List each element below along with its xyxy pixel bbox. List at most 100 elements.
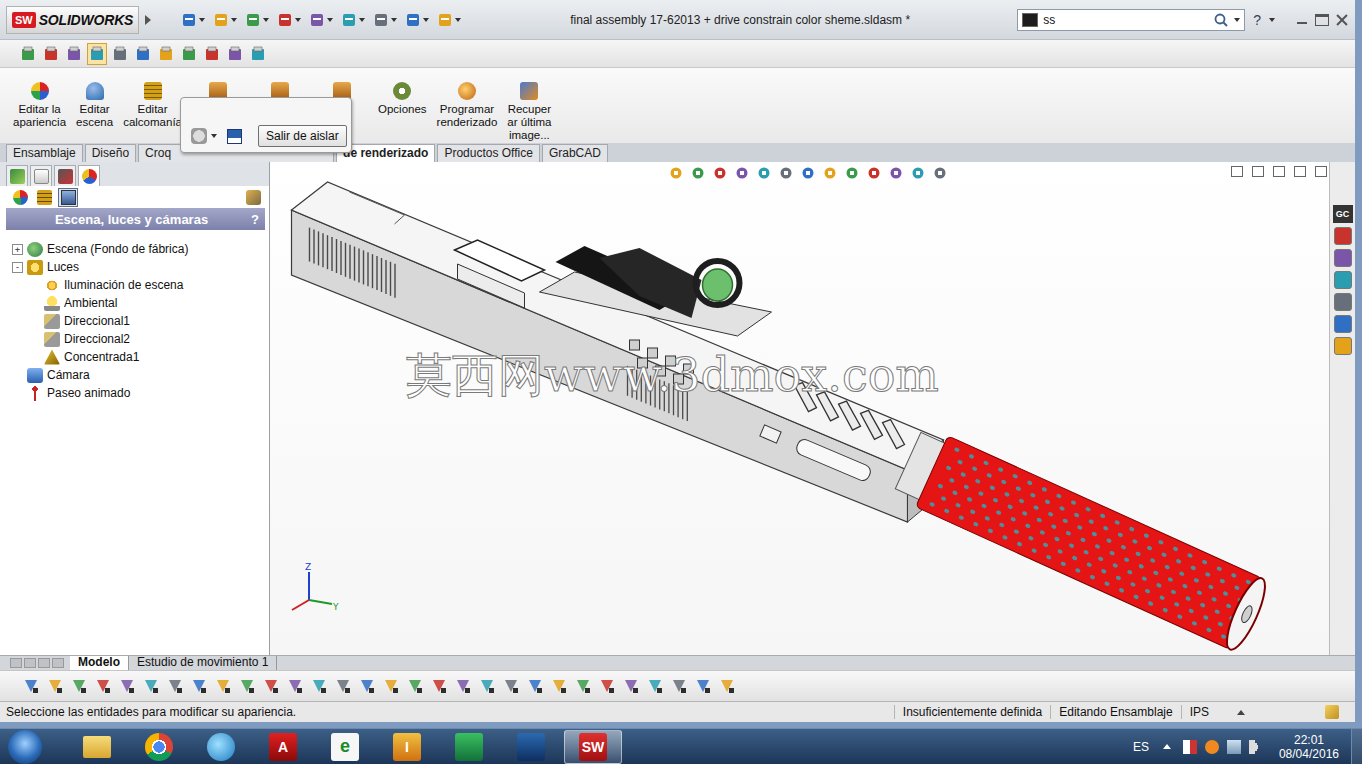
- quick-access-button[interactable]: [403, 10, 431, 30]
- view-tool-icon[interactable]: [734, 165, 750, 181]
- filter-tool-icon[interactable]: [310, 677, 328, 695]
- filter-tool-icon[interactable]: [646, 677, 664, 695]
- manager-tab[interactable]: [78, 165, 100, 186]
- dropdown-caret-icon[interactable]: [455, 18, 461, 22]
- view-tool-button[interactable]: [179, 43, 199, 65]
- quick-access-button[interactable]: [435, 10, 463, 30]
- taskbar-app[interactable]: e: [316, 730, 374, 764]
- filter-tool-icon[interactable]: [166, 677, 184, 695]
- quick-access-button[interactable]: [179, 10, 207, 30]
- tab-nav-icon[interactable]: [24, 658, 36, 668]
- view-tool-button[interactable]: [110, 43, 130, 65]
- task-pane-icon[interactable]: [1334, 337, 1352, 355]
- tree-item[interactable]: Iluminación de escena: [44, 276, 269, 294]
- start-button[interactable]: [8, 730, 42, 764]
- filter-tool-icon[interactable]: [46, 677, 64, 695]
- command-tab[interactable]: Diseño: [85, 144, 136, 162]
- ribbon-button[interactable]: Editarcalcomanía: [120, 82, 185, 129]
- hand-icon[interactable]: [191, 128, 207, 144]
- filter-tool-icon[interactable]: [478, 677, 496, 695]
- view-tool-button[interactable]: [133, 43, 153, 65]
- tree-item[interactable]: Cámara: [12, 366, 269, 384]
- view-tool-icon[interactable]: [910, 165, 926, 181]
- filter-tool-icon[interactable]: [598, 677, 616, 695]
- filter-tool-icon[interactable]: [454, 677, 472, 695]
- view-tool-button[interactable]: [225, 43, 245, 65]
- tree-item[interactable]: Direccional2: [44, 330, 269, 348]
- options-icon[interactable]: [246, 190, 261, 205]
- filter-tool-icon[interactable]: [94, 677, 112, 695]
- filter-tool-icon[interactable]: [694, 677, 712, 695]
- filter-tool-icon[interactable]: [22, 677, 40, 695]
- dropdown-caret-icon[interactable]: [423, 18, 429, 22]
- view-tool-button[interactable]: [87, 43, 107, 65]
- filter-tool-icon[interactable]: [502, 677, 520, 695]
- filter-tool-icon[interactable]: [574, 677, 592, 695]
- manager-tab[interactable]: [30, 165, 52, 186]
- filter-tool-icon[interactable]: [622, 677, 640, 695]
- filter-tool-icon[interactable]: [382, 677, 400, 695]
- view-tool-icon[interactable]: [690, 165, 706, 181]
- tree-toggle[interactable]: -: [12, 262, 23, 273]
- tree-toggle[interactable]: +: [12, 244, 23, 255]
- filter-tool-icon[interactable]: [406, 677, 424, 695]
- manager-tab[interactable]: [6, 165, 28, 186]
- tree-item[interactable]: -Luces: [12, 258, 269, 276]
- dropdown-caret-icon[interactable]: [211, 134, 217, 138]
- taskbar-app[interactable]: SW: [564, 730, 622, 764]
- minimize-icon[interactable]: [1295, 14, 1309, 26]
- task-pane-icon[interactable]: [1334, 249, 1352, 267]
- view-tool-icon[interactable]: [712, 165, 728, 181]
- tab-nav-icon[interactable]: [38, 658, 50, 668]
- task-pane-icon[interactable]: [1334, 271, 1352, 289]
- taskbar-app[interactable]: [130, 730, 188, 764]
- tree-item[interactable]: Concentrada1: [44, 348, 269, 366]
- search-value[interactable]: ss: [1043, 13, 1208, 27]
- filter-tool-icon[interactable]: [334, 677, 352, 695]
- volume-icon[interactable]: [1249, 740, 1263, 754]
- viewport-control-icon[interactable]: [1315, 166, 1327, 177]
- command-tab[interactable]: Productos Office: [437, 144, 540, 162]
- model-tab[interactable]: Estudio de movimiento 1: [129, 656, 277, 670]
- view-tool-icon[interactable]: [844, 165, 860, 181]
- ribbon-button[interactable]: Recuperar últimaimage...: [504, 82, 554, 142]
- view-tool-button[interactable]: [248, 43, 268, 65]
- quick-access-button[interactable]: [211, 10, 239, 30]
- viewport-control-icon[interactable]: [1231, 166, 1243, 177]
- view-tool-icon[interactable]: [822, 165, 838, 181]
- units-menu-icon[interactable]: [1237, 710, 1245, 715]
- viewport-control-icon[interactable]: [1294, 166, 1306, 177]
- tree-item[interactable]: Direccional1: [44, 312, 269, 330]
- tree-item[interactable]: Paseo animado: [12, 384, 269, 402]
- panel-help[interactable]: ?: [251, 212, 259, 227]
- exit-isolate-button[interactable]: Salir de aislar: [258, 125, 347, 147]
- taskbar-app[interactable]: [192, 730, 250, 764]
- filter-tool-icon[interactable]: [670, 677, 688, 695]
- view-tool-button[interactable]: [18, 43, 38, 65]
- ribbon-button[interactable]: Editar laapariencia: [10, 82, 69, 129]
- ribbon-button[interactable]: Programarrenderizado: [434, 82, 501, 129]
- dropdown-caret-icon[interactable]: [1269, 18, 1275, 22]
- dropdown-caret-icon[interactable]: [263, 18, 269, 22]
- quick-access-button[interactable]: [371, 10, 399, 30]
- quick-access-button[interactable]: [243, 10, 271, 30]
- filter-tool-icon[interactable]: [214, 677, 232, 695]
- dropdown-caret-icon[interactable]: [231, 18, 237, 22]
- menu-arrow-icon[interactable]: [145, 15, 151, 25]
- ribbon-button[interactable]: Opciones: [375, 82, 430, 116]
- view-tool-button[interactable]: [41, 43, 61, 65]
- taskbar-app[interactable]: [440, 730, 498, 764]
- network-icon[interactable]: [1227, 740, 1241, 754]
- clock[interactable]: 22:0108/04/2016: [1279, 733, 1339, 761]
- view-tool-button[interactable]: [156, 43, 176, 65]
- taskbar-app[interactable]: I: [378, 730, 436, 764]
- dropdown-caret-icon[interactable]: [359, 18, 365, 22]
- filter-tool-icon[interactable]: [262, 677, 280, 695]
- save-icon[interactable]: [227, 129, 242, 144]
- taskbar-app[interactable]: A: [254, 730, 312, 764]
- view-tool-icon[interactable]: [888, 165, 904, 181]
- view-tool-icon[interactable]: [866, 165, 882, 181]
- tray-app-icon[interactable]: [1205, 740, 1219, 754]
- taskbar-app[interactable]: [502, 730, 560, 764]
- show-desktop-button[interactable]: [1351, 729, 1362, 764]
